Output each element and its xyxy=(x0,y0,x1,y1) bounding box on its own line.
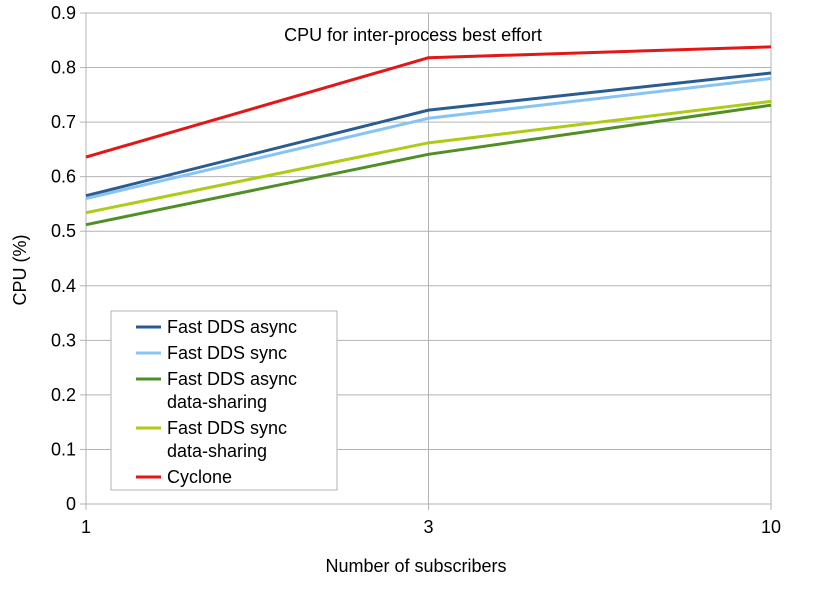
legend-label: Cyclone xyxy=(167,467,232,487)
y-tick-labels: 0 0.1 0.2 0.3 0.4 0.5 0.6 0.7 0.8 0.9 xyxy=(51,3,76,514)
y-tick-label: 0 xyxy=(66,494,76,514)
y-tick-label: 0.2 xyxy=(51,385,76,405)
legend-label: Fast DDS sync xyxy=(167,418,287,438)
x-tick-labels: 1 3 10 xyxy=(81,517,781,537)
legend-label: data-sharing xyxy=(167,392,267,412)
line-chart: 0 0.1 0.2 0.3 0.4 0.5 0.6 0.7 0.8 0.9 1 3 10 CPU fo… xyxy=(10,3,781,576)
legend-label: Fast DDS sync xyxy=(167,343,287,363)
chart-title: CPU for inter-process best effort xyxy=(284,25,542,45)
x-tick-label: 10 xyxy=(761,517,781,537)
y-axis-label: CPU (%) xyxy=(10,235,30,306)
y-tick-label: 0.9 xyxy=(51,3,76,23)
legend-label: data-sharing xyxy=(167,441,267,461)
y-tick-label: 0.4 xyxy=(51,276,76,296)
x-tick-label: 1 xyxy=(81,517,91,537)
legend-label: Fast DDS async xyxy=(167,317,297,337)
x-tick-label: 3 xyxy=(423,517,433,537)
legend: Fast DDS async Fast DDS sync Fast DDS asyn… xyxy=(110,310,338,491)
y-tick-label: 0.3 xyxy=(51,330,76,350)
legend-label: Fast DDS async xyxy=(167,369,297,389)
y-tick-label: 0.5 xyxy=(51,221,76,241)
y-tick-label: 0.1 xyxy=(51,439,76,459)
y-tick-label: 0.7 xyxy=(51,112,76,132)
x-axis-label: Number of subscribers xyxy=(325,556,506,576)
y-tick-label: 0.6 xyxy=(51,167,76,187)
y-tick-label: 0.8 xyxy=(51,58,76,78)
